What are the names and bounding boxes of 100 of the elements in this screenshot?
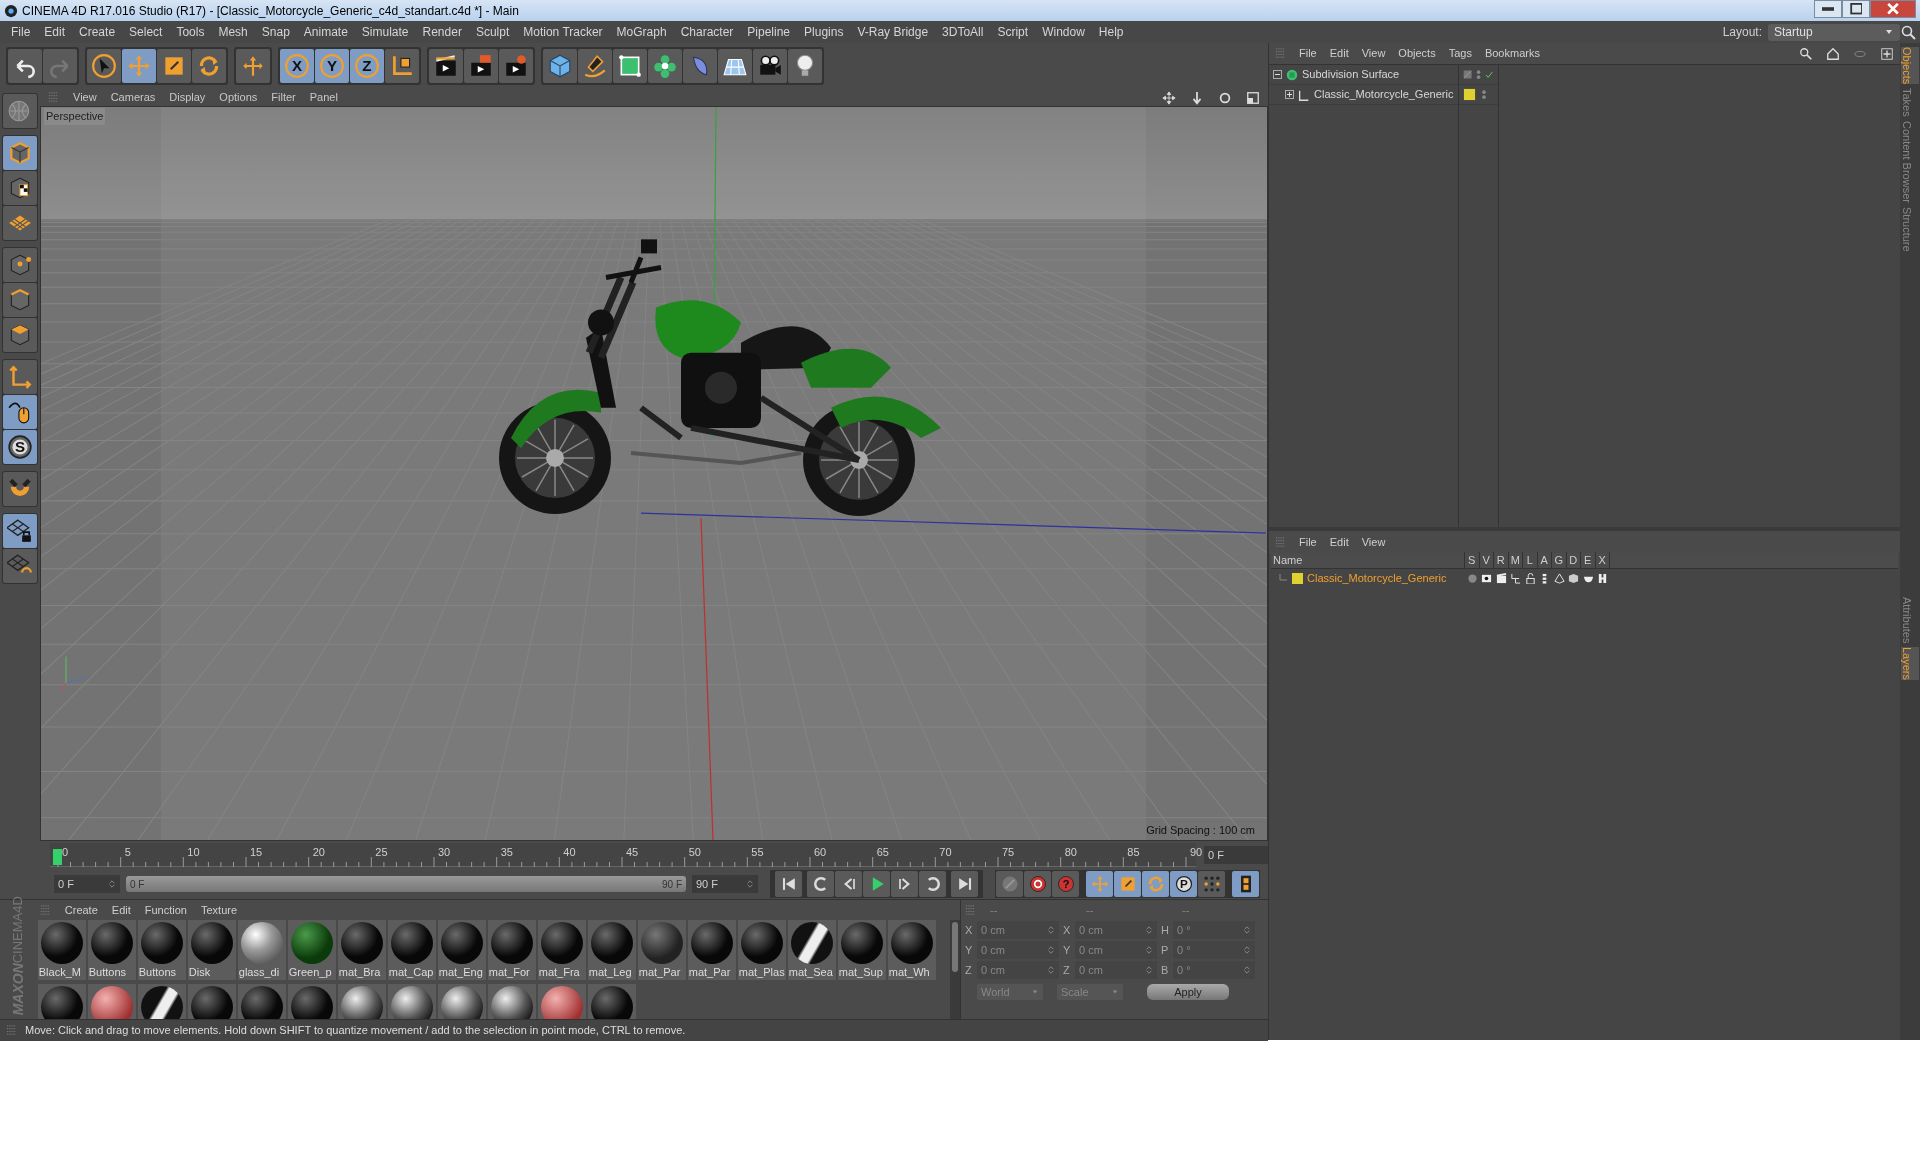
material-tile[interactable]: mat_Sup [837, 920, 886, 980]
menu-item[interactable]: V-Ray Bridge [850, 23, 936, 41]
menu-item[interactable]: Edit [37, 23, 73, 41]
coordinate-field[interactable]: 0 cm [977, 941, 1059, 959]
maximize-button[interactable] [1842, 0, 1870, 18]
coordinate-field[interactable]: 0 cm [1075, 941, 1157, 959]
side-tab[interactable]: Objects [1901, 47, 1919, 85]
material-tile[interactable]: Green_p [287, 920, 336, 980]
menu-item[interactable]: Render [415, 23, 469, 41]
layer-menu-item[interactable]: Edit [1329, 533, 1349, 551]
scrollbar[interactable] [950, 920, 960, 1019]
solo-dot-icon[interactable] [1466, 572, 1478, 584]
material-tile[interactable]: Disk [187, 920, 236, 980]
x-shape-icon[interactable] [1597, 572, 1609, 584]
material-tile[interactable]: mat_Par [637, 920, 686, 980]
tool-button[interactable] [3, 171, 37, 205]
tool-button[interactable] [788, 49, 822, 83]
coordinate-field[interactable]: 0 cm [1075, 961, 1157, 979]
object-menu-item[interactable]: Bookmarks [1484, 45, 1540, 62]
coordinate-field[interactable]: 0 cm [977, 961, 1059, 979]
material-tile[interactable]: Buttons [87, 920, 136, 980]
tool-button[interactable] [3, 318, 37, 352]
menu-item[interactable]: Pipeline [740, 23, 798, 41]
tool-button[interactable] [3, 395, 37, 429]
layer-color-swatch[interactable] [1292, 572, 1303, 584]
material-tile[interactable]: mat_Cap [387, 920, 436, 980]
layout-dropdown[interactable]: Startup [1768, 23, 1900, 41]
object-name[interactable]: Subdivision Surface [1302, 66, 1400, 83]
material-tile[interactable]: Black_M [37, 920, 86, 980]
viewport-menu-item[interactable]: Panel [309, 89, 338, 106]
material-tile[interactable]: mat_Plas [737, 920, 786, 980]
tool-button[interactable] [578, 49, 612, 83]
material-tile[interactable]: Buttons [137, 920, 186, 980]
viewport-menu-item[interactable]: Options [219, 89, 258, 106]
material-menu-item[interactable]: Edit [111, 901, 131, 919]
menu-item[interactable]: Plugins [797, 23, 851, 41]
layer-menu-item[interactable]: File [1299, 533, 1317, 551]
menu-item[interactable]: Script [990, 23, 1036, 41]
playhead-marker[interactable] [53, 849, 62, 865]
minimize-button[interactable] [1814, 0, 1842, 18]
tool-button[interactable] [3, 248, 37, 282]
material-menu-item[interactable]: Texture [201, 901, 238, 919]
side-tab[interactable]: Layers [1901, 646, 1919, 680]
viewport-menu-item[interactable]: Display [169, 89, 206, 106]
tool-button[interactable] [3, 283, 37, 317]
layer-menu-item[interactable]: View [1361, 533, 1386, 551]
material-tile[interactable]: mat_Eng [437, 920, 486, 980]
menu-item[interactable]: Help [1091, 23, 1131, 41]
viewport-menu-item[interactable]: Filter [271, 89, 296, 106]
layer-name[interactable]: Classic_Motorcycle_Generic [1307, 569, 1447, 587]
material-menu-item[interactable]: Create [64, 901, 98, 919]
material-menu-item[interactable]: Function [144, 901, 187, 919]
material-tile[interactable]: mat_Wh [887, 920, 936, 980]
hierarchy-icon[interactable] [1510, 572, 1522, 584]
menu-item[interactable]: Sculpt [468, 23, 517, 41]
object-menu-item[interactable]: File [1299, 45, 1317, 62]
menu-item[interactable]: Animate [296, 23, 355, 41]
close-button[interactable] [1870, 0, 1916, 18]
tool-button[interactable] [718, 49, 752, 83]
tool-button[interactable] [753, 49, 787, 83]
tool-button[interactable] [613, 49, 647, 83]
object-menu-item[interactable]: Tags [1448, 45, 1472, 62]
range-slider[interactable]: 0 F 90 F [126, 876, 686, 892]
clapperboard-icon[interactable] [1495, 572, 1507, 584]
coordinate-field[interactable]: 0 ° [1173, 961, 1255, 979]
menu-item[interactable]: Simulate [354, 23, 416, 41]
menu-item[interactable]: Create [72, 23, 123, 41]
collapse-icon[interactable] [1273, 70, 1282, 79]
tool-button[interactable] [8, 49, 42, 83]
material-tile[interactable]: mat_For [487, 920, 536, 980]
material-tile[interactable]: glass_di [237, 920, 286, 980]
material-tile[interactable]: mat_Par [687, 920, 736, 980]
menu-item[interactable]: Window [1035, 23, 1092, 41]
menu-item[interactable]: 3DToAll [935, 23, 991, 41]
shield-icon[interactable] [1568, 572, 1580, 584]
tool-button[interactable] [3, 472, 37, 506]
menu-item[interactable]: File [4, 23, 38, 41]
expand-icon[interactable] [1285, 90, 1294, 99]
tool-button[interactable] [3, 514, 37, 548]
menu-item[interactable]: Character [673, 23, 741, 41]
object-menu-item[interactable]: Edit [1329, 45, 1349, 62]
pyramid-icon[interactable] [1553, 572, 1565, 584]
coordinate-field[interactable]: 0 ° [1173, 921, 1255, 939]
material-tile[interactable]: mat_Sea [787, 920, 836, 980]
material-tile[interactable]: mat_Bra [337, 920, 386, 980]
menu-item[interactable]: Select [122, 23, 170, 41]
tool-button[interactable] [87, 49, 121, 83]
start-frame-field[interactable]: 0 F [54, 875, 120, 893]
lock-icon[interactable] [1524, 572, 1536, 584]
menu-item[interactable]: Motion Tracker [516, 23, 610, 41]
apply-button[interactable]: Apply [1147, 984, 1229, 1000]
viewport-menu-item[interactable]: View [73, 89, 97, 106]
frame-field[interactable]: 0 F [1204, 846, 1268, 864]
coordinate-field[interactable]: 0 cm [977, 921, 1059, 939]
tool-button[interactable] [648, 49, 682, 83]
tool-button[interactable] [429, 49, 463, 83]
eye-icon[interactable] [1481, 572, 1493, 584]
material-tile[interactable]: mat_Fra [537, 920, 586, 980]
tool-button[interactable] [1024, 871, 1051, 897]
menu-item[interactable]: Tools [169, 23, 212, 41]
